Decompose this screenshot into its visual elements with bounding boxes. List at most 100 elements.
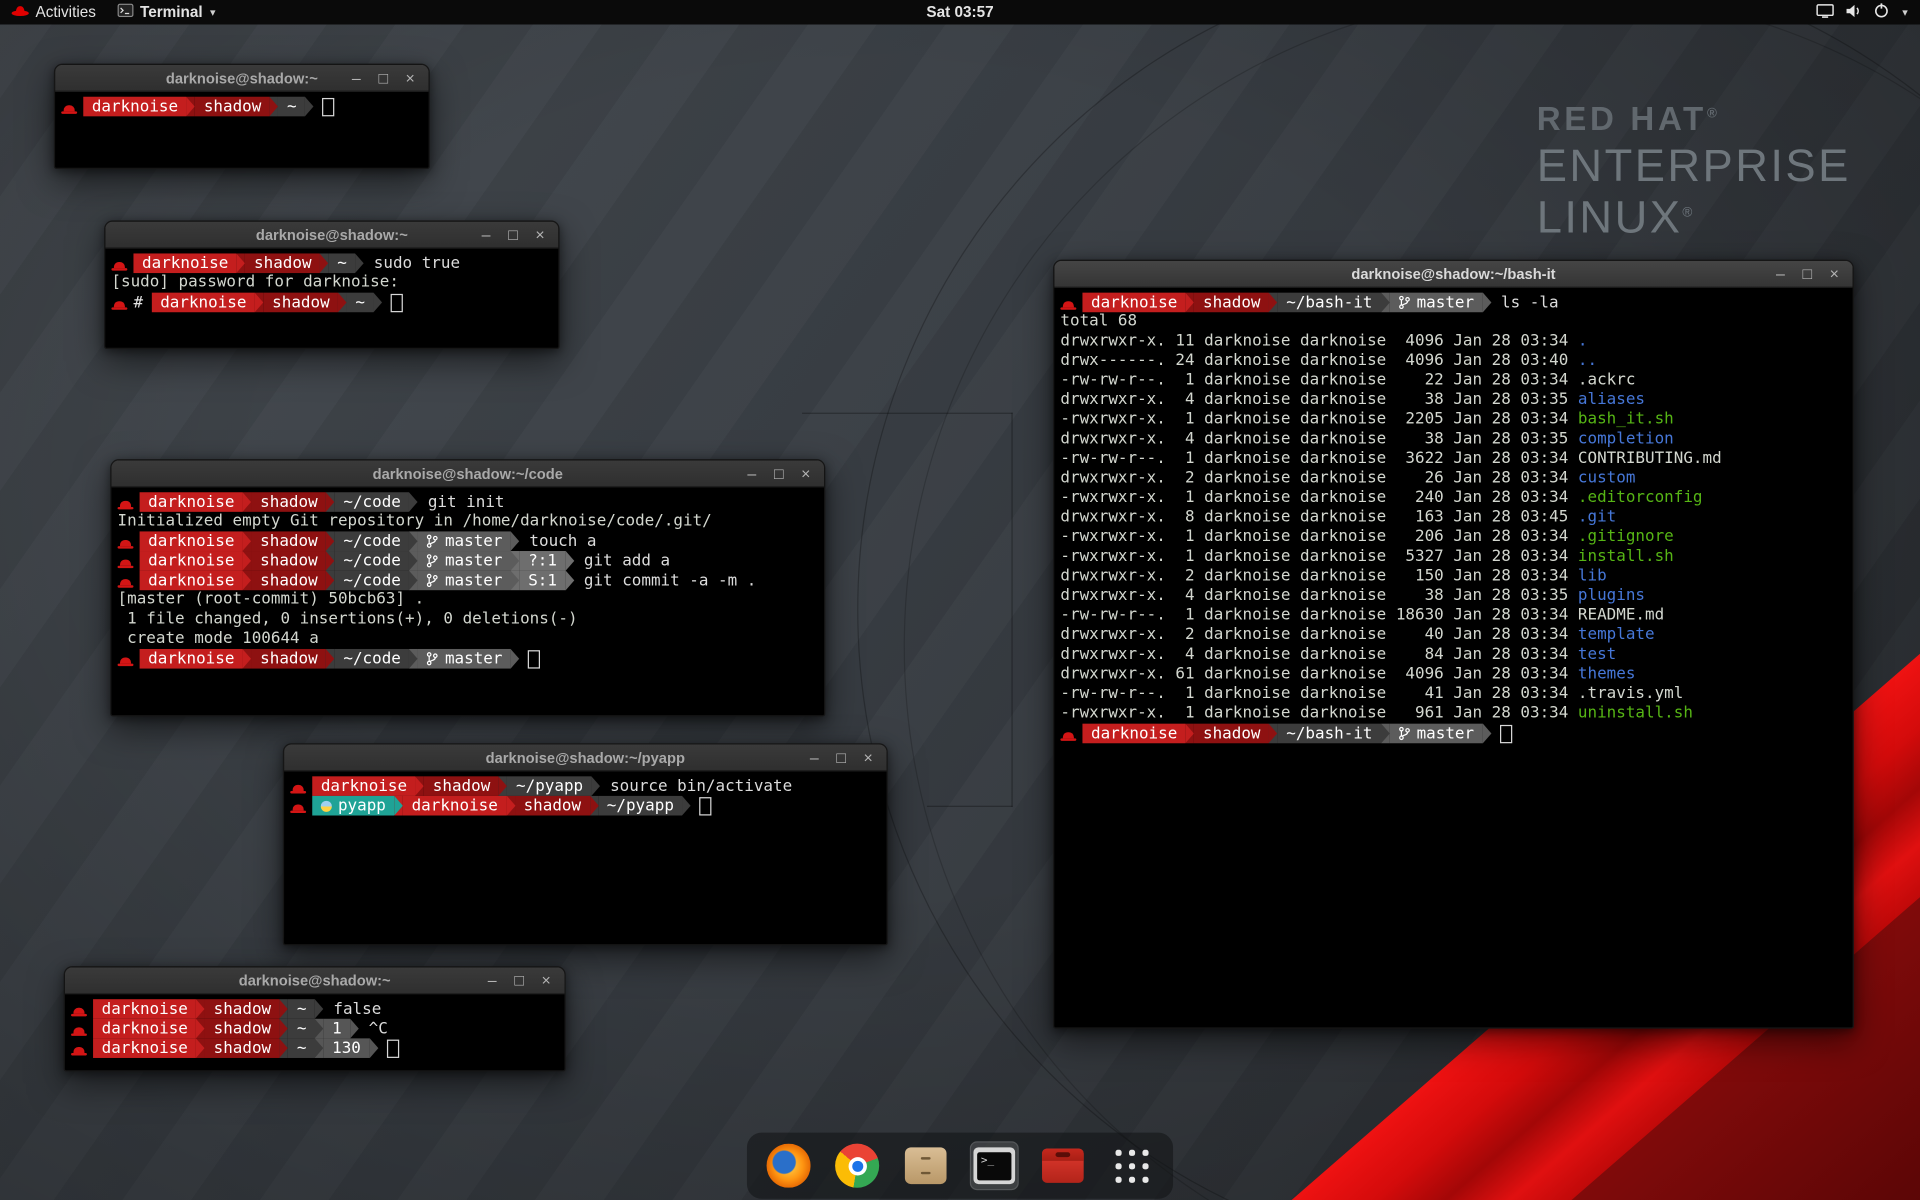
dock-item-terminal[interactable]: >_ xyxy=(970,1141,1019,1190)
window-titlebar[interactable]: darknoise@shadow:~–□× xyxy=(105,222,558,249)
terminal-window-pyapp[interactable]: darknoise@shadow:~/pyapp–□× darknoiseshad… xyxy=(283,743,888,945)
minimize-button[interactable]: – xyxy=(479,967,506,993)
prompt-segment-user: darknoise xyxy=(133,253,236,273)
output-text: drwxrwxr-x. 8 darknoise darknoise 163 Ja… xyxy=(1060,508,1578,526)
output-line: -rwxrwxr-x. 1 darknoise darknoise 961 Ja… xyxy=(1060,704,1852,724)
window-title: darknoise@shadow:~/code xyxy=(373,465,563,482)
system-tray[interactable]: ▾ xyxy=(1804,0,1920,24)
powerline-separator-icon xyxy=(1269,724,1278,744)
window-titlebar[interactable]: darknoise@shadow:~/pyapp–□× xyxy=(284,744,886,771)
powerline-separator-icon xyxy=(196,1038,205,1058)
terminal-app-icon xyxy=(118,4,134,21)
terminal-window-bashit[interactable]: darknoise@shadow:~/bash-it–□×darknoisesh… xyxy=(1053,260,1854,1029)
terminal-content[interactable]: darknoiseshadow~falsedarknoiseshadow~1^C… xyxy=(65,994,565,1058)
terminal-window-code[interactable]: darknoise@shadow:~/code–□×darknoiseshado… xyxy=(110,459,825,716)
prompt-segment-path: ~/code xyxy=(335,531,410,551)
minimize-button[interactable]: – xyxy=(1767,261,1794,287)
prompt-segment-gitstat: S:1 xyxy=(520,571,566,591)
command-text: git init xyxy=(428,493,505,511)
output-text: lib xyxy=(1578,567,1607,585)
window-titlebar[interactable]: darknoise@shadow:~/code –□× xyxy=(111,460,824,487)
terminal-window-sudo[interactable]: darknoise@shadow:~–□×darknoiseshadow~sud… xyxy=(104,220,560,349)
redhat-prompt-icon xyxy=(120,658,131,664)
minimize-button[interactable]: – xyxy=(473,222,500,248)
close-button[interactable]: × xyxy=(855,744,882,770)
minimize-button[interactable]: – xyxy=(738,460,765,486)
output-text: -rwxrwxr-x. 1 darknoise darknoise 206 Ja… xyxy=(1060,528,1578,546)
prompt-segment-host: shadow xyxy=(195,97,270,117)
powerline-separator-icon xyxy=(338,293,347,313)
close-button[interactable]: × xyxy=(1821,261,1848,287)
activities-button[interactable]: Activities xyxy=(0,0,107,24)
prompt-line: darknoiseshadow~130 xyxy=(71,1038,564,1058)
terminal-content[interactable]: darknoiseshadow~ xyxy=(55,92,428,116)
prompt-segment-host: shadow xyxy=(205,1019,280,1039)
terminal-content[interactable]: darknoiseshadow~/bash-itmasterls -latota… xyxy=(1054,288,1852,744)
terminal-window-exitcodes[interactable]: darknoise@shadow:~–□×darknoiseshadow~fal… xyxy=(64,966,566,1071)
close-button[interactable]: × xyxy=(792,460,819,486)
output-line: -rw-rw-r--. 1 darknoise darknoise 41 Jan… xyxy=(1060,684,1852,704)
terminal-content[interactable]: darknoiseshadow~sudo true[sudo] password… xyxy=(105,249,558,313)
prompt-segment-path: ~ xyxy=(347,293,374,313)
output-text: drwxrwxr-x. 11 darknoise darknoise 4096 … xyxy=(1060,332,1578,350)
toolbox-icon xyxy=(1042,1149,1084,1183)
prompt-segment-user: darknoise xyxy=(312,776,415,796)
maximize-button[interactable]: □ xyxy=(1794,261,1821,287)
maximize-button[interactable]: □ xyxy=(765,460,792,486)
output-line: drwxrwxr-x. 2 darknoise darknoise 26 Jan… xyxy=(1060,469,1852,489)
dock-item-firefox[interactable] xyxy=(764,1141,813,1190)
powerline-separator-icon xyxy=(409,492,418,512)
output-text: -rwxrwxr-x. 1 darknoise darknoise 2205 J… xyxy=(1060,410,1578,428)
maximize-button[interactable]: □ xyxy=(370,65,397,91)
prompt-line: darknoiseshadow~/pyappsource bin/activat… xyxy=(290,776,886,796)
powerline-separator-icon xyxy=(196,1019,205,1039)
prompt-segment-host: shadow xyxy=(205,999,280,1019)
firefox-icon xyxy=(767,1144,811,1188)
prompt-segment-user: darknoise xyxy=(140,492,243,512)
output-text: -rwxrwxr-x. 1 darknoise darknoise 5327 J… xyxy=(1060,547,1578,565)
dock-item-app-grid[interactable] xyxy=(1107,1141,1156,1190)
terminal-content[interactable]: darknoiseshadow~/pyappsource bin/activat… xyxy=(284,771,886,815)
powerline-separator-icon xyxy=(280,1038,289,1058)
maximize-button[interactable]: □ xyxy=(506,967,533,993)
prompt-segment-path: ~ xyxy=(288,1038,315,1058)
redhat-prompt-icon xyxy=(73,1008,84,1014)
redhat-prompt-icon xyxy=(120,501,131,507)
close-button[interactable]: × xyxy=(397,65,424,91)
powerline-separator-icon xyxy=(326,551,335,571)
window-titlebar[interactable]: darknoise@shadow:~/bash-it–□× xyxy=(1054,261,1852,288)
maximize-button[interactable]: □ xyxy=(828,744,855,770)
powerline-separator-icon xyxy=(682,796,691,816)
terminal-window-home-small[interactable]: darknoise@shadow:~–□×darknoiseshadow~ xyxy=(54,64,430,169)
output-line: [master (root-commit) 50bcb63] . xyxy=(118,590,825,610)
desktop[interactable]: RED HAT® ENTERPRISE LINUX® Activities Te… xyxy=(0,0,1920,1200)
redhat-logo-icon xyxy=(11,4,29,21)
prompt-segment-user: darknoise xyxy=(140,649,243,669)
command-text: git commit -a -m . xyxy=(584,571,757,589)
dock-item-files[interactable] xyxy=(901,1141,950,1190)
prompt-segment-path: ~/code xyxy=(335,492,410,512)
prompt-segment-path: ~/pyapp xyxy=(507,776,591,796)
maximize-button[interactable]: □ xyxy=(500,222,527,248)
minimize-button[interactable]: – xyxy=(801,744,828,770)
close-button[interactable]: × xyxy=(527,222,554,248)
minimize-button[interactable]: – xyxy=(343,65,370,91)
dock-item-toolbox[interactable] xyxy=(1038,1141,1087,1190)
output-text: create mode 100644 a xyxy=(118,629,319,647)
output-text: bash_it.sh xyxy=(1578,410,1674,428)
prompt-segment-exit: 1 xyxy=(324,1019,351,1039)
clock[interactable]: Sat 03:57 xyxy=(926,4,993,21)
terminal-content[interactable]: darknoiseshadow~/codegit initInitialized… xyxy=(111,487,824,668)
output-text: -rw-rw-r--. 1 darknoise darknoise 22 Jan… xyxy=(1060,371,1578,389)
root-prefix: # xyxy=(133,293,143,311)
app-menu-terminal[interactable]: Terminal ▾ xyxy=(107,0,227,24)
prompt-line: pyappdarknoiseshadow~/pyapp xyxy=(290,796,886,816)
redhat-prompt-icon xyxy=(114,301,125,307)
output-line: 1 file changed, 0 insertions(+), 0 delet… xyxy=(118,610,825,630)
output-text: -rwxrwxr-x. 1 darknoise darknoise 240 Ja… xyxy=(1060,489,1578,507)
window-titlebar[interactable]: darknoise@shadow:~–□× xyxy=(55,65,428,92)
close-button[interactable]: × xyxy=(533,967,560,993)
window-titlebar[interactable]: darknoise@shadow:~–□× xyxy=(65,967,565,994)
prompt-line: darknoiseshadow~1^C xyxy=(71,1019,564,1039)
dock-item-chrome[interactable] xyxy=(833,1141,882,1190)
